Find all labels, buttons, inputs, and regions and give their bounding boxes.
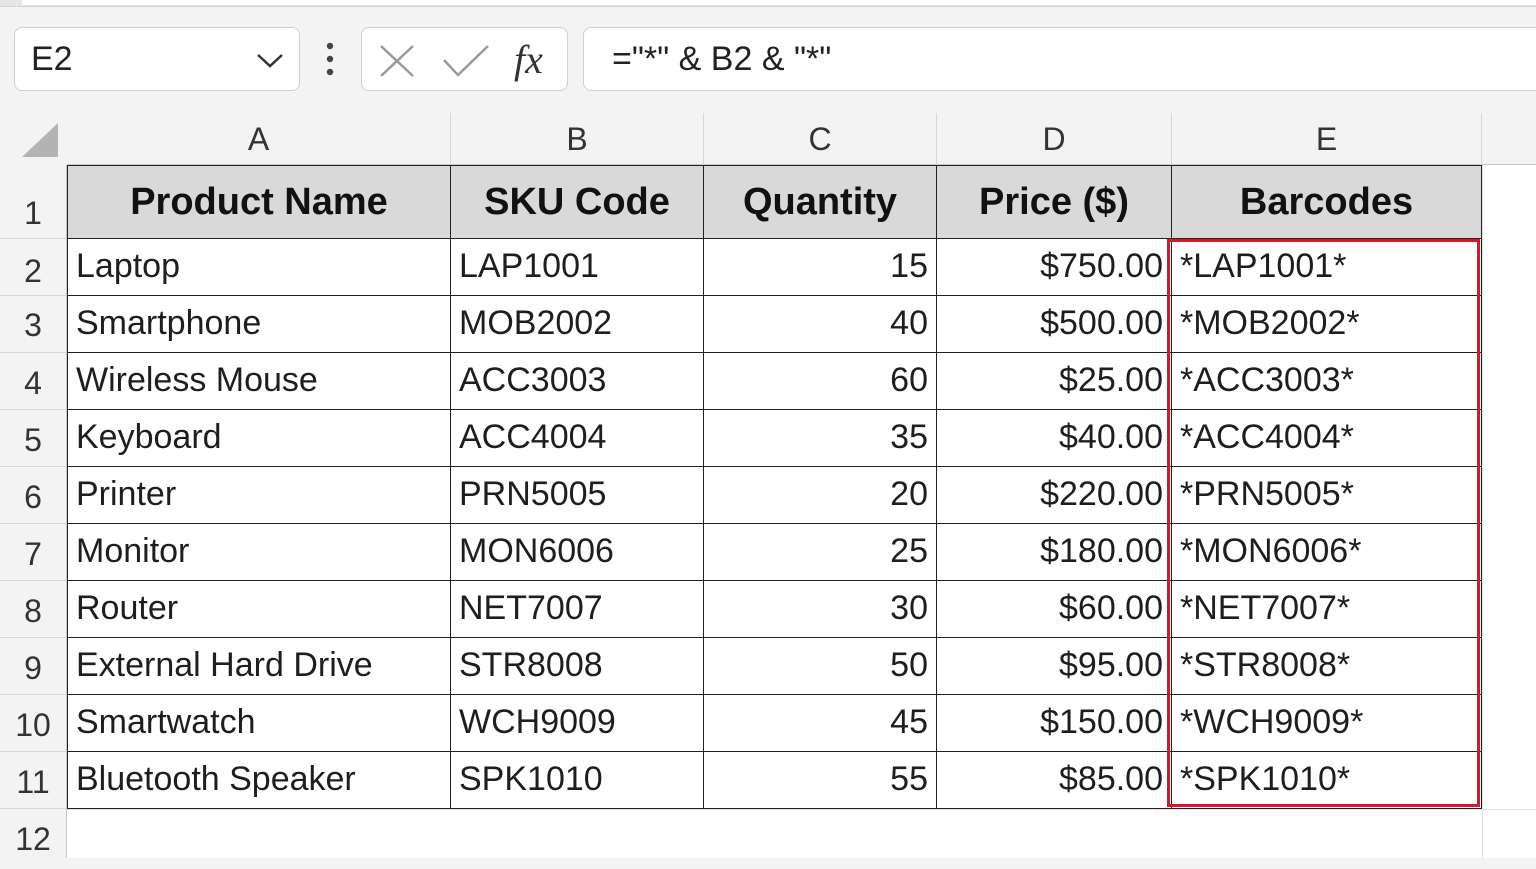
column-header-a[interactable]: A bbox=[67, 113, 451, 165]
cell-b2[interactable]: LAP1001 bbox=[451, 239, 704, 296]
header-cell-c[interactable]: Quantity bbox=[704, 165, 937, 239]
cell-b7[interactable]: MON6006 bbox=[451, 524, 704, 581]
row-header-9[interactable]: 9 bbox=[0, 638, 67, 695]
cell-b8[interactable]: NET7007 bbox=[451, 581, 704, 638]
cell-a7[interactable]: Monitor bbox=[67, 524, 451, 581]
header-cell-b[interactable]: SKU Code bbox=[451, 165, 704, 239]
formula-controls: fx bbox=[361, 27, 568, 91]
cell-d2[interactable]: $750.00 bbox=[937, 239, 1172, 296]
header-cell-a[interactable]: Product Name bbox=[67, 165, 451, 239]
ribbon-edge bbox=[0, 0, 1536, 7]
cell-d6[interactable]: $220.00 bbox=[937, 467, 1172, 524]
cell-c5[interactable]: 35 bbox=[704, 410, 937, 467]
formula-text: ="*" & B2 & "*" bbox=[612, 40, 832, 78]
gridline bbox=[67, 809, 1536, 810]
row-header-2[interactable]: 2 bbox=[0, 239, 67, 296]
cell-b3[interactable]: MOB2002 bbox=[451, 296, 704, 353]
row-header-3[interactable]: 3 bbox=[0, 296, 67, 353]
insert-function-icon[interactable]: fx bbox=[514, 36, 543, 83]
cell-e8[interactable]: *NET7007* bbox=[1172, 581, 1482, 638]
cell-c4[interactable]: 60 bbox=[704, 353, 937, 410]
row-header-12[interactable]: 12 bbox=[0, 809, 67, 858]
cell-a10[interactable]: Smartwatch bbox=[67, 695, 451, 752]
cell-e5[interactable]: *ACC4004* bbox=[1172, 410, 1482, 467]
cell-d10[interactable]: $150.00 bbox=[937, 695, 1172, 752]
cell-e7[interactable]: *MON6006* bbox=[1172, 524, 1482, 581]
cell-e6[interactable]: *PRN5005* bbox=[1172, 467, 1482, 524]
cell-a6[interactable]: Printer bbox=[67, 467, 451, 524]
row-header-11[interactable]: 11 bbox=[0, 752, 67, 809]
cell-d9[interactable]: $95.00 bbox=[937, 638, 1172, 695]
formula-input[interactable]: ="*" & B2 & "*" bbox=[583, 27, 1536, 91]
cell-b10[interactable]: WCH9009 bbox=[451, 695, 704, 752]
check-icon[interactable] bbox=[442, 44, 490, 83]
cell-e10[interactable]: *WCH9009* bbox=[1172, 695, 1482, 752]
header-cell-d[interactable]: Price ($) bbox=[937, 165, 1172, 239]
column-header-e[interactable]: E bbox=[1172, 113, 1482, 165]
cell-e2[interactable]: *LAP1001* bbox=[1172, 239, 1482, 296]
cell-b9[interactable]: STR8008 bbox=[451, 638, 704, 695]
cell-c10[interactable]: 45 bbox=[704, 695, 937, 752]
row-header-5[interactable]: 5 bbox=[0, 410, 67, 467]
cell-a4[interactable]: Wireless Mouse bbox=[67, 353, 451, 410]
cell-e4[interactable]: *ACC3003* bbox=[1172, 353, 1482, 410]
column-header-f[interactable] bbox=[1482, 113, 1536, 165]
cell-c3[interactable]: 40 bbox=[704, 296, 937, 353]
row-header-7[interactable]: 7 bbox=[0, 524, 67, 581]
cell-a9[interactable]: External Hard Drive bbox=[67, 638, 451, 695]
cell-b5[interactable]: ACC4004 bbox=[451, 410, 704, 467]
column-header-d[interactable]: D bbox=[937, 113, 1172, 165]
cell-a3[interactable]: Smartphone bbox=[67, 296, 451, 353]
column-header-b[interactable]: B bbox=[451, 113, 704, 165]
cell-d8[interactable]: $60.00 bbox=[937, 581, 1172, 638]
more-options-icon[interactable] bbox=[322, 40, 338, 80]
cell-d4[interactable]: $25.00 bbox=[937, 353, 1172, 410]
cell-c6[interactable]: 20 bbox=[704, 467, 937, 524]
cell-c11[interactable]: 55 bbox=[704, 752, 937, 809]
row-header-4[interactable]: 4 bbox=[0, 353, 67, 410]
row-header-8[interactable]: 8 bbox=[0, 581, 67, 638]
cell-a8[interactable]: Router bbox=[67, 581, 451, 638]
row-header-1[interactable]: 1 bbox=[0, 165, 67, 239]
cell-a2[interactable]: Laptop bbox=[67, 239, 451, 296]
cell-e9[interactable]: *STR8008* bbox=[1172, 638, 1482, 695]
cell-a5[interactable]: Keyboard bbox=[67, 410, 451, 467]
close-icon[interactable] bbox=[378, 44, 416, 83]
cell-b6[interactable]: PRN5005 bbox=[451, 467, 704, 524]
cell-d3[interactable]: $500.00 bbox=[937, 296, 1172, 353]
column-header-c[interactable]: C bbox=[704, 113, 937, 165]
cell-e11[interactable]: *SPK1010* bbox=[1172, 752, 1482, 809]
cell-c9[interactable]: 50 bbox=[704, 638, 937, 695]
row-header-6[interactable]: 6 bbox=[0, 467, 67, 524]
cell-d5[interactable]: $40.00 bbox=[937, 410, 1172, 467]
row-header-10[interactable]: 10 bbox=[0, 695, 67, 752]
gridline bbox=[1482, 165, 1483, 858]
header-cell-e[interactable]: Barcodes bbox=[1172, 165, 1482, 239]
cell-a11[interactable]: Bluetooth Speaker bbox=[67, 752, 451, 809]
cell-b4[interactable]: ACC3003 bbox=[451, 353, 704, 410]
cell-c8[interactable]: 30 bbox=[704, 581, 937, 638]
name-box[interactable]: E2 bbox=[14, 27, 300, 91]
cell-c2[interactable]: 15 bbox=[704, 239, 937, 296]
cell-c7[interactable]: 25 bbox=[704, 524, 937, 581]
chevron-down-icon[interactable] bbox=[255, 50, 285, 75]
cell-b11[interactable]: SPK1010 bbox=[451, 752, 704, 809]
cell-e3[interactable]: *MOB2002* bbox=[1172, 296, 1482, 353]
cell-d7[interactable]: $180.00 bbox=[937, 524, 1172, 581]
select-all-button[interactable] bbox=[0, 113, 67, 165]
cell-d11[interactable]: $85.00 bbox=[937, 752, 1172, 809]
name-box-value: E2 bbox=[31, 40, 73, 78]
